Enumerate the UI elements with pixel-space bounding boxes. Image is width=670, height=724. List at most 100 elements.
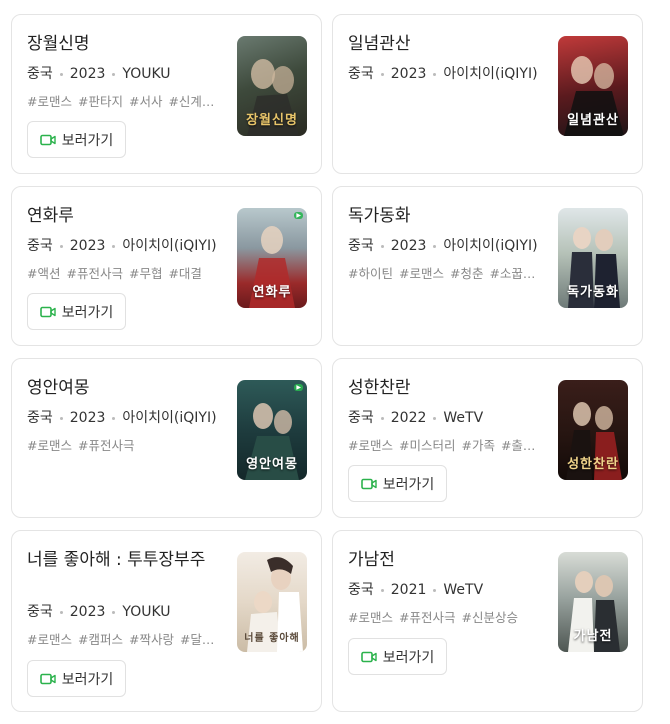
year: 2021 — [390, 582, 427, 598]
tag[interactable]: #대결 — [168, 266, 201, 281]
separator-dot — [433, 244, 437, 248]
watch-button-label: 보러가기 — [382, 649, 435, 666]
platform: 아이치이(iQIYI) — [122, 410, 217, 426]
tag[interactable]: #로맨스 — [348, 438, 393, 453]
video-camera-icon — [360, 651, 377, 662]
tag-list: #로맨스 #퓨전사극 #신분상승 — [348, 607, 544, 626]
drama-meta: 중국 2023 YOUKU — [27, 601, 171, 621]
tag[interactable]: #출… — [501, 438, 535, 453]
drama-meta: 중국 2023 YOUKU — [27, 63, 171, 83]
separator-dot — [112, 416, 116, 420]
drama-card[interactable]: 영안여몽 중국 2023 아이치이(iQIYI) #로맨스 #퓨전사극 ▶ 영안여몽 — [11, 358, 322, 518]
poster-image[interactable]: 독가동화 — [558, 208, 628, 308]
tag-list: #하이틴 #로맨스 #청춘 #소꿉… — [348, 263, 544, 282]
tag-list: #로맨스 #미스터리 #가족 #출… — [348, 435, 544, 454]
video-camera-icon — [39, 306, 56, 317]
tag[interactable]: #로맨스 — [27, 94, 72, 109]
poster-caption: 너를 좋아해 — [244, 633, 300, 644]
platform: 아이치이(iQIYI) — [443, 66, 538, 82]
watch-button[interactable]: 보러가기 — [27, 293, 126, 330]
platform: YOUKU — [122, 66, 171, 82]
year: 2023 — [69, 66, 106, 82]
tag[interactable]: #신분상승 — [461, 610, 517, 625]
year: 2023 — [390, 66, 427, 82]
tag[interactable]: #서사 — [129, 94, 162, 109]
drama-card[interactable]: 성한찬란 중국 2022 WeTV #로맨스 #미스터리 #가족 #출… 보러가기 성한찬… — [332, 358, 643, 518]
tag[interactable]: #로맨스 — [399, 266, 444, 281]
video-camera-icon — [39, 134, 56, 145]
tag[interactable]: #캠퍼스 — [78, 632, 123, 647]
tag[interactable]: #짝사랑 — [129, 632, 174, 647]
poster-image[interactable]: ▶ 영안여몽 — [237, 380, 307, 480]
platform: 아이치이(iQIYI) — [122, 238, 217, 254]
drama-title[interactable]: 너를 좋아해 : 투투장부주 — [27, 549, 217, 571]
poster-caption: 성한찬란 — [567, 457, 619, 472]
drama-card[interactable]: 장월신명 중국 2023 YOUKU #로맨스 #판타지 #서사 #신계… 보러가기 장월… — [11, 14, 322, 174]
poster-image[interactable]: 장월신명 — [237, 36, 307, 136]
separator-dot — [380, 416, 384, 420]
drama-title[interactable]: 장월신명 — [27, 33, 217, 55]
separator-dot — [433, 416, 437, 420]
tag-list: #로맨스 #퓨전사극 — [27, 435, 223, 454]
platform: YOUKU — [122, 604, 171, 620]
drama-title[interactable]: 연화루 — [27, 205, 217, 227]
watch-button-label: 보러가기 — [382, 476, 435, 493]
drama-card[interactable]: 연화루 중국 2023 아이치이(iQIYI) #액션 #퓨전사극 #무협 #대결 보러가… — [11, 186, 322, 346]
drama-meta: 중국 2023 아이치이(iQIYI) — [348, 235, 538, 255]
tag-list: #로맨스 #판타지 #서사 #신계… — [27, 91, 223, 110]
watch-button[interactable]: 보러가기 — [348, 638, 447, 675]
tag[interactable]: #소꿉… — [489, 266, 535, 281]
drama-card[interactable]: 너를 좋아해 : 투투장부주 중국 2023 YOUKU #로맨스 #캠퍼스 #짝사랑 #… — [11, 530, 322, 712]
poster-image[interactable]: ▶ 연화루 — [237, 208, 307, 308]
tag[interactable]: #미스터리 — [399, 438, 455, 453]
tag[interactable]: #퓨전사극 — [399, 610, 455, 625]
tag[interactable]: #로맨스 — [348, 610, 393, 625]
country: 중국 — [348, 238, 374, 254]
tag[interactable]: #판타지 — [78, 94, 123, 109]
tag-list: #로맨스 #캠퍼스 #짝사랑 #달… — [27, 629, 223, 648]
watch-button[interactable]: 보러가기 — [348, 465, 447, 502]
drama-card[interactable]: 일념관산 중국 2023 아이치이(iQIYI) 일념관산 — [332, 14, 643, 174]
platform: WeTV — [443, 410, 484, 426]
poster-image[interactable]: 너를 좋아해 — [237, 552, 307, 652]
tag[interactable]: #퓨전사극 — [66, 266, 122, 281]
drama-card[interactable]: 독가동화 중국 2023 아이치이(iQIYI) #하이틴 #로맨스 #청춘 #소꿉… 독… — [332, 186, 643, 346]
separator-dot — [59, 244, 63, 248]
tag[interactable]: #하이틴 — [348, 266, 393, 281]
drama-title[interactable]: 일념관산 — [348, 33, 538, 55]
tag[interactable]: #로맨스 — [27, 438, 72, 453]
drama-title[interactable]: 성한찬란 — [348, 377, 538, 399]
poster-image[interactable]: 가남전 — [558, 552, 628, 652]
poster-caption: 독가동화 — [567, 285, 619, 300]
video-camera-icon — [360, 478, 377, 489]
drama-meta: 중국 2023 아이치이(iQIYI) — [27, 407, 217, 427]
watch-button-label: 보러가기 — [61, 304, 114, 321]
separator-dot — [380, 244, 384, 248]
drama-card[interactable]: 가남전 중국 2021 WeTV #로맨스 #퓨전사극 #신분상승 보러가기 가남전 — [332, 530, 643, 712]
separator-dot — [433, 588, 437, 592]
separator-dot — [380, 588, 384, 592]
drama-title[interactable]: 가남전 — [348, 549, 538, 571]
tag[interactable]: #청춘 — [450, 266, 483, 281]
tag[interactable]: #가족 — [461, 438, 494, 453]
tag[interactable]: #무협 — [129, 266, 162, 281]
watch-button[interactable]: 보러가기 — [27, 121, 126, 158]
tag[interactable]: #로맨스 — [27, 632, 72, 647]
drama-title[interactable]: 영안여몽 — [27, 377, 217, 399]
country: 중국 — [27, 66, 53, 82]
tag[interactable]: #달… — [180, 632, 214, 647]
tag[interactable]: #신계… — [168, 94, 214, 109]
poster-image[interactable]: 성한찬란 — [558, 380, 628, 480]
watch-button[interactable]: 보러가기 — [27, 660, 126, 697]
country: 중국 — [27, 604, 53, 620]
separator-dot — [112, 610, 116, 614]
year: 2023 — [69, 410, 106, 426]
tag[interactable]: #퓨전사극 — [78, 438, 134, 453]
platform: 아이치이(iQIYI) — [443, 238, 538, 254]
video-camera-icon — [39, 673, 56, 684]
tag[interactable]: #액션 — [27, 266, 60, 281]
drama-title[interactable]: 독가동화 — [348, 205, 538, 227]
poster-image[interactable]: 일념관산 — [558, 36, 628, 136]
separator-dot — [433, 72, 437, 76]
separator-dot — [380, 72, 384, 76]
